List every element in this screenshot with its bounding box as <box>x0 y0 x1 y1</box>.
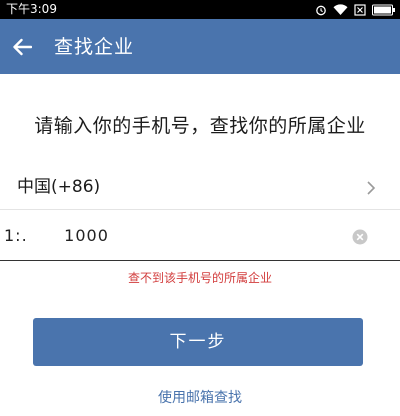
search-by-email-link[interactable]: 使用邮箱查找 <box>0 388 400 408</box>
app-bar: 查找企业 <box>0 19 400 74</box>
alarm-icon <box>315 4 327 16</box>
no-sim-icon <box>354 3 366 16</box>
country-code-selector[interactable]: 中国(+86) <box>0 166 400 210</box>
status-icons <box>315 2 396 17</box>
status-time: 下午3:09 <box>6 2 57 16</box>
back-arrow-icon[interactable] <box>8 33 36 61</box>
chevron-right-icon <box>364 178 378 198</box>
error-message: 查不到该手机号的所属企业 <box>127 271 272 285</box>
country-code-label: 中国(+86) <box>17 177 101 197</box>
phone-number-field[interactable]: 1:. 1000 <box>0 213 400 261</box>
page-title: 查找企业 <box>54 36 135 58</box>
next-button[interactable]: 下一步 <box>33 318 363 366</box>
prompt-heading: 请输入你的手机号，查找你的所属企业 <box>34 115 366 137</box>
clear-icon[interactable] <box>352 229 368 245</box>
status-bar: 下午3:09 <box>0 0 400 19</box>
battery-icon <box>372 4 396 16</box>
phone-number-value[interactable]: 1:. 1000 <box>4 225 109 247</box>
wifi-icon <box>333 3 348 16</box>
